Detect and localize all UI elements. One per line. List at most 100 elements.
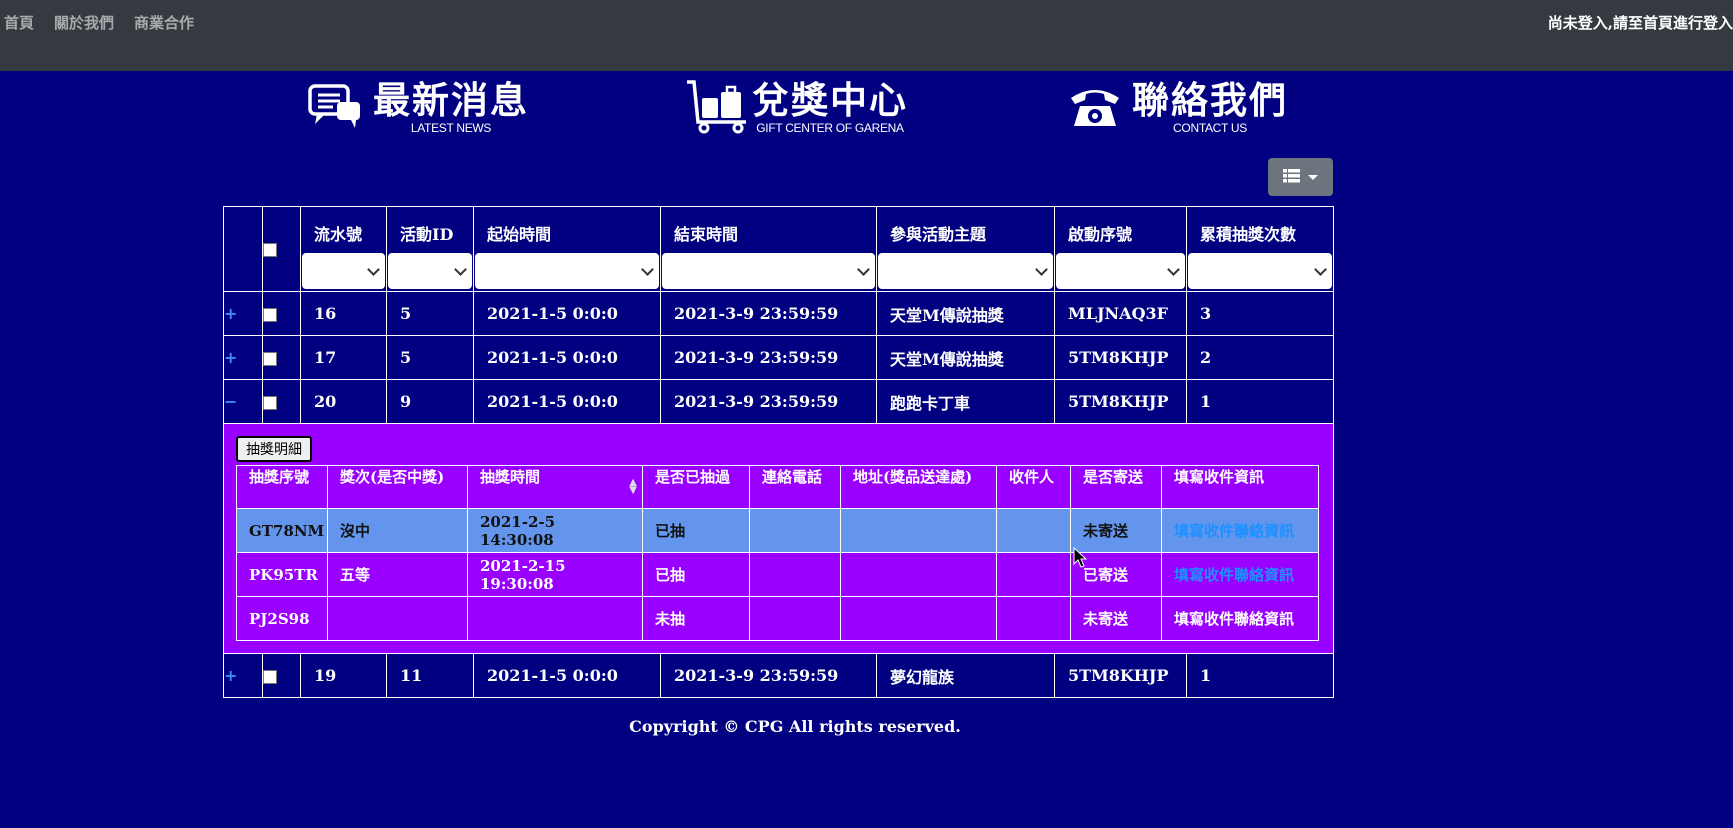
table-cell: 9 (386, 379, 474, 424)
filter-select[interactable] (662, 253, 875, 289)
detail-header-row: 抽獎序號 獎次(是否中獎) 抽獎時間 ▲ ▼ 是否已抽過 連絡電話 地址(獎品送達處… (236, 465, 1319, 509)
table-row[interactable]: + 19 11 2021-1-5 0:0:0 2021-3-9 23:59:59… (223, 653, 1334, 698)
filter-select[interactable] (388, 253, 472, 289)
detail-column-header[interactable]: 獎次(是否中獎) (327, 465, 468, 509)
detail-row-item[interactable]: PJ2S98 未抽 未寄送 填寫收件聯絡資訊 (236, 596, 1319, 641)
banner-title: 最新消息 (373, 79, 529, 122)
list-icon (1283, 168, 1300, 187)
banner-latest-news[interactable]: 最新消息 LATEST NEWS (307, 78, 529, 138)
nav-business-link[interactable]: 商業合作 (134, 12, 194, 33)
column-header[interactable]: 結束時間 (660, 206, 877, 292)
select-all-checkbox[interactable] (263, 243, 277, 257)
table-cell: 1 (1186, 379, 1334, 424)
detail-column-header[interactable]: 收件人 (996, 465, 1071, 509)
detail-cell: PK95TR (236, 552, 328, 597)
chat-bubble-icon (307, 82, 363, 134)
detail-row: 抽獎明細 抽獎序號 獎次(是否中獎) 抽獎時間 ▲ ▼ 是否已抽過 連絡電話 地址(… (223, 423, 1334, 654)
draw-detail-button[interactable]: 抽獎明細 (236, 436, 312, 462)
detail-cell: 未抽 (642, 596, 750, 641)
chevron-down-icon (367, 263, 380, 276)
table-header-row: 流水號 活動ID 起始時間 結束時間 參與活動主題 啟動序號 累積抽獎次數 (223, 206, 1334, 292)
table-row[interactable]: + 16 5 2021-1-5 0:0:0 2021-3-9 23:59:59 … (223, 291, 1334, 336)
banner-contact-us[interactable]: 聯絡我們 CONTACT US (1068, 78, 1288, 138)
filter-select[interactable] (1188, 253, 1332, 289)
expand-button[interactable]: + (223, 291, 263, 336)
filter-select[interactable] (878, 253, 1053, 289)
luggage-cart-icon (684, 78, 750, 138)
column-header[interactable]: 流水號 (300, 206, 387, 292)
detail-cell: 2021-2-15 19:30:08 (467, 552, 643, 597)
table-cell: 20 (300, 379, 387, 424)
column-header[interactable]: 起始時間 (473, 206, 661, 292)
detail-column-header[interactable]: 連絡電話 (749, 465, 841, 509)
detail-cell: 沒中 (327, 508, 468, 553)
sort-icon[interactable]: ▲ ▼ (629, 478, 637, 496)
detail-cell (749, 596, 841, 641)
table-cell: 2 (1186, 335, 1334, 380)
detail-cell (749, 552, 841, 597)
filter-select[interactable] (475, 253, 659, 289)
table-cell: 11 (386, 653, 474, 698)
filter-select[interactable] (1056, 253, 1185, 289)
top-navbar: 首頁 關於我們 商業合作 尚未登入,請至首頁進行登入 (0, 0, 1733, 71)
login-status: 尚未登入,請至首頁進行登入 (1547, 14, 1733, 32)
nav-home-link[interactable]: 首頁 (4, 12, 34, 33)
detail-column-header[interactable]: 是否已抽過 (642, 465, 750, 509)
expander-header (223, 206, 263, 292)
table-cell: MLJNAQ3F (1054, 291, 1187, 336)
collapse-button[interactable]: − (223, 379, 263, 424)
fill-shipping-info-link[interactable]: 填寫收件聯絡資訊 (1174, 522, 1294, 540)
fill-shipping-info-link[interactable]: 填寫收件聯絡資訊 (1174, 566, 1294, 584)
detail-cell (749, 508, 841, 553)
columns-toggle-button[interactable] (1268, 158, 1333, 196)
banner-title: 聯絡我們 (1132, 79, 1288, 122)
table-cell: 16 (300, 291, 387, 336)
column-header[interactable]: 啟動序號 (1054, 206, 1187, 292)
detail-cell (840, 508, 997, 553)
chevron-down-icon (1035, 263, 1048, 276)
row-checkbox[interactable] (263, 307, 277, 322)
detail-column-header[interactable]: 地址(獎品送達處) (840, 465, 997, 509)
row-checkbox[interactable] (263, 669, 277, 684)
detail-cell (840, 596, 997, 641)
detail-cell: 已抽 (642, 552, 750, 597)
detail-column-header[interactable]: 填寫收件資訊 (1161, 465, 1319, 509)
banner-gift-center[interactable]: 兌獎中心 GIFT CENTER OF GARENA (684, 78, 908, 138)
table-cell: 2021-3-9 23:59:59 (660, 379, 877, 424)
detail-row-item[interactable]: PK95TR 五等 2021-2-15 19:30:08 已抽 已寄送 填寫收件… (236, 552, 1319, 597)
detail-cell: 未寄送 (1070, 596, 1162, 641)
chevron-down-icon (454, 263, 467, 276)
detail-cell (840, 552, 997, 597)
expand-button[interactable]: + (223, 335, 263, 380)
table-cell: 2021-3-9 23:59:59 (660, 291, 877, 336)
banner-subtitle: GIFT CENTER OF GARENA (756, 121, 904, 135)
detail-column-header[interactable]: 抽獎時間 ▲ ▼ (467, 465, 643, 509)
top-nav-links: 首頁 關於我們 商業合作 (4, 12, 194, 33)
detail-cell: 2021-2-5 14:30:08 (467, 508, 643, 553)
banner-title: 兌獎中心 (752, 79, 908, 122)
expand-button[interactable]: + (223, 653, 263, 698)
detail-column-header[interactable]: 抽獎序號 (236, 465, 328, 509)
banner-subtitle: LATEST NEWS (410, 121, 492, 135)
table-cell: 2021-1-5 0:0:0 (473, 653, 661, 698)
column-header[interactable]: 活動ID (386, 206, 474, 292)
table-row[interactable]: + 17 5 2021-1-5 0:0:0 2021-3-9 23:59:59 … (223, 335, 1334, 380)
detail-table: 抽獎序號 獎次(是否中獎) 抽獎時間 ▲ ▼ 是否已抽過 連絡電話 地址(獎品送達處… (236, 465, 1319, 641)
table-cell: 5TM8KHJP (1054, 653, 1187, 698)
table-row[interactable]: − 20 9 2021-1-5 0:0:0 2021-3-9 23:59:59 … (223, 379, 1334, 424)
detail-column-header[interactable]: 是否寄送 (1070, 465, 1162, 509)
detail-cell: 填寫收件聯絡資訊 (1161, 596, 1319, 641)
column-header[interactable]: 參與活動主題 (876, 206, 1055, 292)
detail-row-item[interactable]: GT78NM 沒中 2021-2-5 14:30:08 已抽 未寄送 填寫收件聯… (236, 508, 1319, 553)
column-header[interactable]: 累積抽獎次數 (1186, 206, 1334, 292)
filter-select[interactable] (302, 253, 385, 289)
row-checkbox[interactable] (263, 395, 277, 410)
table-cell: 2021-3-9 23:59:59 (660, 653, 877, 698)
chevron-down-icon (641, 263, 654, 276)
detail-cell (327, 596, 468, 641)
nav-about-link[interactable]: 關於我們 (54, 12, 114, 33)
table-cell: 夢幻龍族 (876, 653, 1055, 698)
detail-cell (996, 508, 1071, 553)
detail-cell (467, 596, 643, 641)
row-checkbox[interactable] (263, 351, 277, 366)
